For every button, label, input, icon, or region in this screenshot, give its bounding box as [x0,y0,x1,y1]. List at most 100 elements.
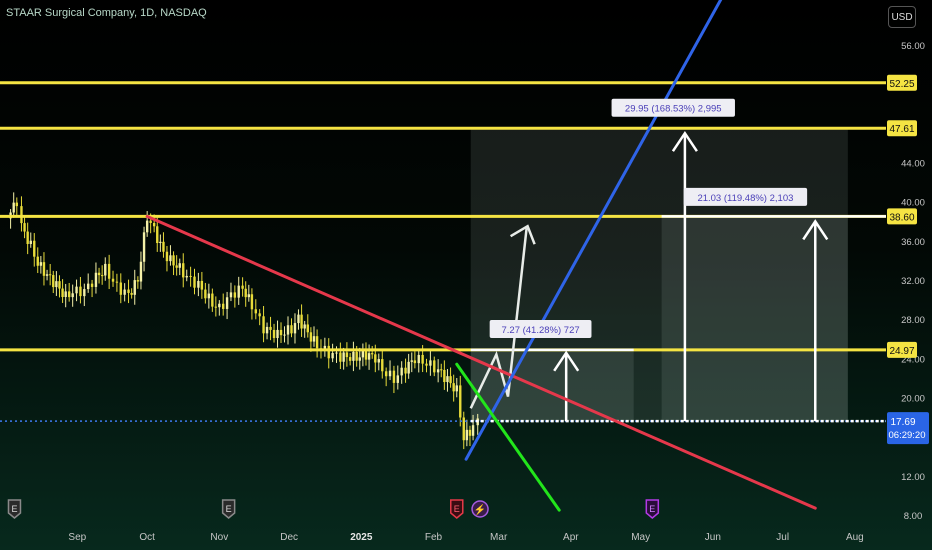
candle-body [26,231,29,244]
candle-body [52,275,55,288]
projection-zone [470,349,634,422]
projection-zone [661,216,848,422]
x-tick-label: Oct [139,532,155,543]
candle-body [468,429,472,436]
price-level-tag-label: 38.60 [889,212,914,223]
candle-body [425,363,428,366]
x-tick-label: Nov [210,532,228,543]
candle-body [429,360,432,366]
candle-body [169,255,172,262]
y-tick-label: 28.00 [901,315,925,326]
countdown-label: 06:29:20 [889,430,926,441]
candle-body [182,263,185,278]
candle-body [48,274,52,276]
candle-body [39,262,43,266]
candle-body [58,281,61,289]
measure-label: 21.03 (119.48%) 2,103 [697,193,793,204]
candle-body [178,263,181,268]
x-tick-label: Jun [705,532,721,543]
candle-body [388,370,392,377]
candle-body [165,251,169,262]
candle-body [381,359,384,372]
candle-body [185,275,188,278]
candle-body [446,376,449,383]
candle-body [471,425,475,436]
candle-body [97,272,101,276]
y-tick-label: 32.00 [901,276,925,287]
candle-body [293,323,297,334]
candle-body [45,274,49,276]
candle-body [352,351,355,361]
news-icon-glyph: ⚡ [474,503,486,516]
x-tick-label: Sep [68,532,86,543]
candle-body [345,352,349,358]
candle-body [449,376,452,384]
candle-body [436,369,440,373]
candle-body [107,263,111,279]
candle-body [396,375,399,383]
price-chart[interactable]: 7.27 (41.28%) 727 29.95 (168.53%) 2,995 21… [0,0,932,550]
candle-body [452,383,455,392]
candle-body [55,281,58,288]
x-tick-label: Dec [280,532,298,543]
measure-label: 7.27 (41.28%) 727 [501,325,579,336]
candle-body [367,353,371,360]
candle-body [413,360,417,364]
candle-body [417,354,420,364]
candle-body [90,283,94,287]
y-tick-label: 8.00 [904,511,923,522]
candle-body [300,314,303,329]
candle-body [172,255,175,266]
candle-body [250,294,254,310]
candle-body [455,385,458,392]
candle-body [258,313,261,317]
y-tick-label: 20.00 [901,394,925,405]
candle-body [15,202,19,207]
candle-body [79,286,82,297]
x-tick-label: Feb [425,532,443,543]
candle-body [244,288,247,298]
candle-body [145,220,149,233]
candle-body [331,353,334,359]
candle-body [222,303,225,309]
candle-body [247,294,251,298]
candle-body [361,350,365,358]
candle-body [36,256,39,266]
candle-body [156,226,159,244]
price-level-tag-label: 52.25 [889,79,914,90]
candle-body [377,359,380,363]
x-tick-label: May [631,532,650,543]
chart-title: STAAR Surgical Company, 1D, NASDAQ [6,7,207,19]
y-tick-label: 56.00 [901,41,925,52]
candle-body [355,351,358,361]
candle-body [175,265,178,268]
price-level-tag-label: 47.61 [889,124,914,135]
current-price-label: 17.69 [890,417,915,428]
candle-body [42,262,46,276]
candle-body [225,297,229,309]
candle-body [133,280,136,295]
x-tick-label: Apr [563,532,579,543]
candle-body [197,280,200,288]
candle-body [218,303,221,308]
candle-body [20,206,23,224]
candle-body [421,354,424,364]
x-tick-label: Jul [776,532,789,543]
candle-body [312,336,316,342]
candle-body [342,352,345,362]
candle-body [404,367,407,374]
candle-body [303,324,306,329]
candle-body [139,261,143,282]
currency-button[interactable]: USD [888,6,916,28]
candle-body [162,241,165,252]
candle-body [327,345,330,359]
candle-body [207,293,211,299]
candle-body [115,281,119,283]
candle-body [64,291,67,298]
candle-body [229,292,233,298]
candle-body [370,353,374,355]
candle-body [348,357,352,361]
candle-body [364,350,368,360]
candle-body [335,352,338,354]
candle-body [100,275,104,277]
